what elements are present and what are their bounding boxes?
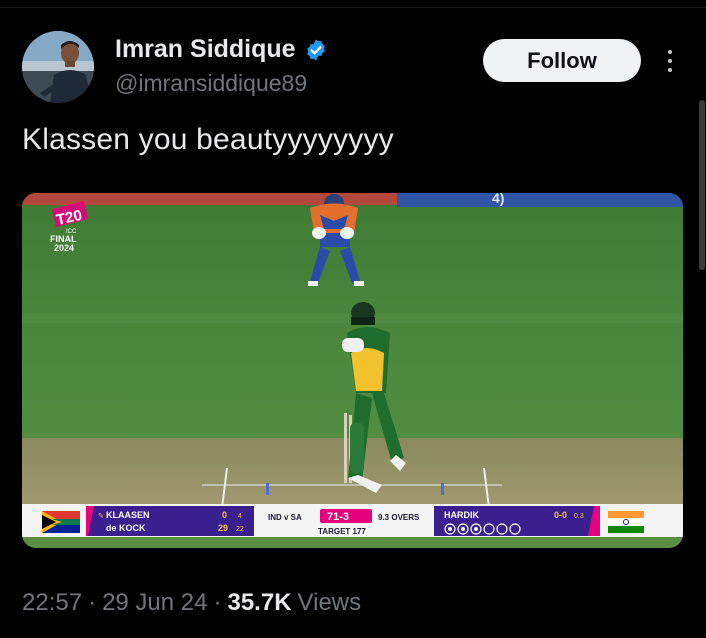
avatar-image	[22, 31, 94, 103]
follow-button[interactable]: Follow	[483, 39, 641, 82]
svg-text:HARDIK: HARDIK	[444, 510, 479, 520]
svg-text:0: 0	[222, 510, 227, 520]
svg-text:2024: 2024	[54, 243, 74, 253]
author-name-row[interactable]: Imran Siddique	[115, 35, 328, 64]
verified-badge-icon	[306, 39, 325, 60]
svg-text:IND v SA: IND v SA	[268, 513, 302, 522]
tweet-date[interactable]: 29 Jun 24	[102, 589, 207, 617]
india-flag-icon	[608, 511, 644, 533]
separator-dot: ·	[213, 589, 222, 616]
svg-text:29: 29	[218, 523, 228, 533]
avatar[interactable]	[22, 31, 94, 103]
views-count: 35.7K	[227, 589, 292, 616]
tweet-metadata: 22:57 · 29 Jun 24 · 35.7K Views	[22, 589, 361, 617]
author-handle[interactable]: @imransiddique89	[115, 70, 307, 97]
tweet-time[interactable]: 22:57	[22, 589, 82, 617]
views-label: Views	[297, 589, 362, 616]
more-options-icon[interactable]	[660, 47, 680, 75]
svg-text:✎: ✎	[98, 513, 104, 520]
tweet-text: Klassen you beautyyyyyyyy	[22, 123, 394, 156]
svg-text:9.3 OVERS: 9.3 OVERS	[378, 513, 420, 522]
svg-text:71-3: 71-3	[327, 511, 349, 523]
scrollbar[interactable]	[699, 100, 705, 270]
svg-text:KLAASEN: KLAASEN	[106, 510, 150, 520]
svg-text:0-0: 0-0	[554, 510, 567, 520]
svg-text:4: 4	[238, 513, 242, 520]
svg-text:TARGET 177: TARGET 177	[318, 527, 366, 536]
svg-text:4): 4)	[492, 193, 504, 206]
match-broadcast-frame: 4) T20 ICC FINAL 2024 ✎ KLAASEN de KOCK …	[22, 193, 683, 548]
top-divider	[0, 0, 706, 8]
south-africa-flag-icon	[42, 511, 80, 533]
author-display-name[interactable]: Imran Siddique	[115, 35, 296, 64]
tweet-media-image[interactable]: 4) T20 ICC FINAL 2024 ✎ KLAASEN de KOCK …	[22, 193, 683, 548]
scorecard-bar: ✎ KLAASEN de KOCK 0 4 29 22 IND v SA 71-…	[22, 504, 683, 537]
svg-text:0.3: 0.3	[574, 513, 584, 520]
separator-dot: ·	[88, 589, 97, 616]
svg-text:22: 22	[236, 526, 244, 533]
svg-text:de KOCK: de KOCK	[106, 523, 146, 533]
